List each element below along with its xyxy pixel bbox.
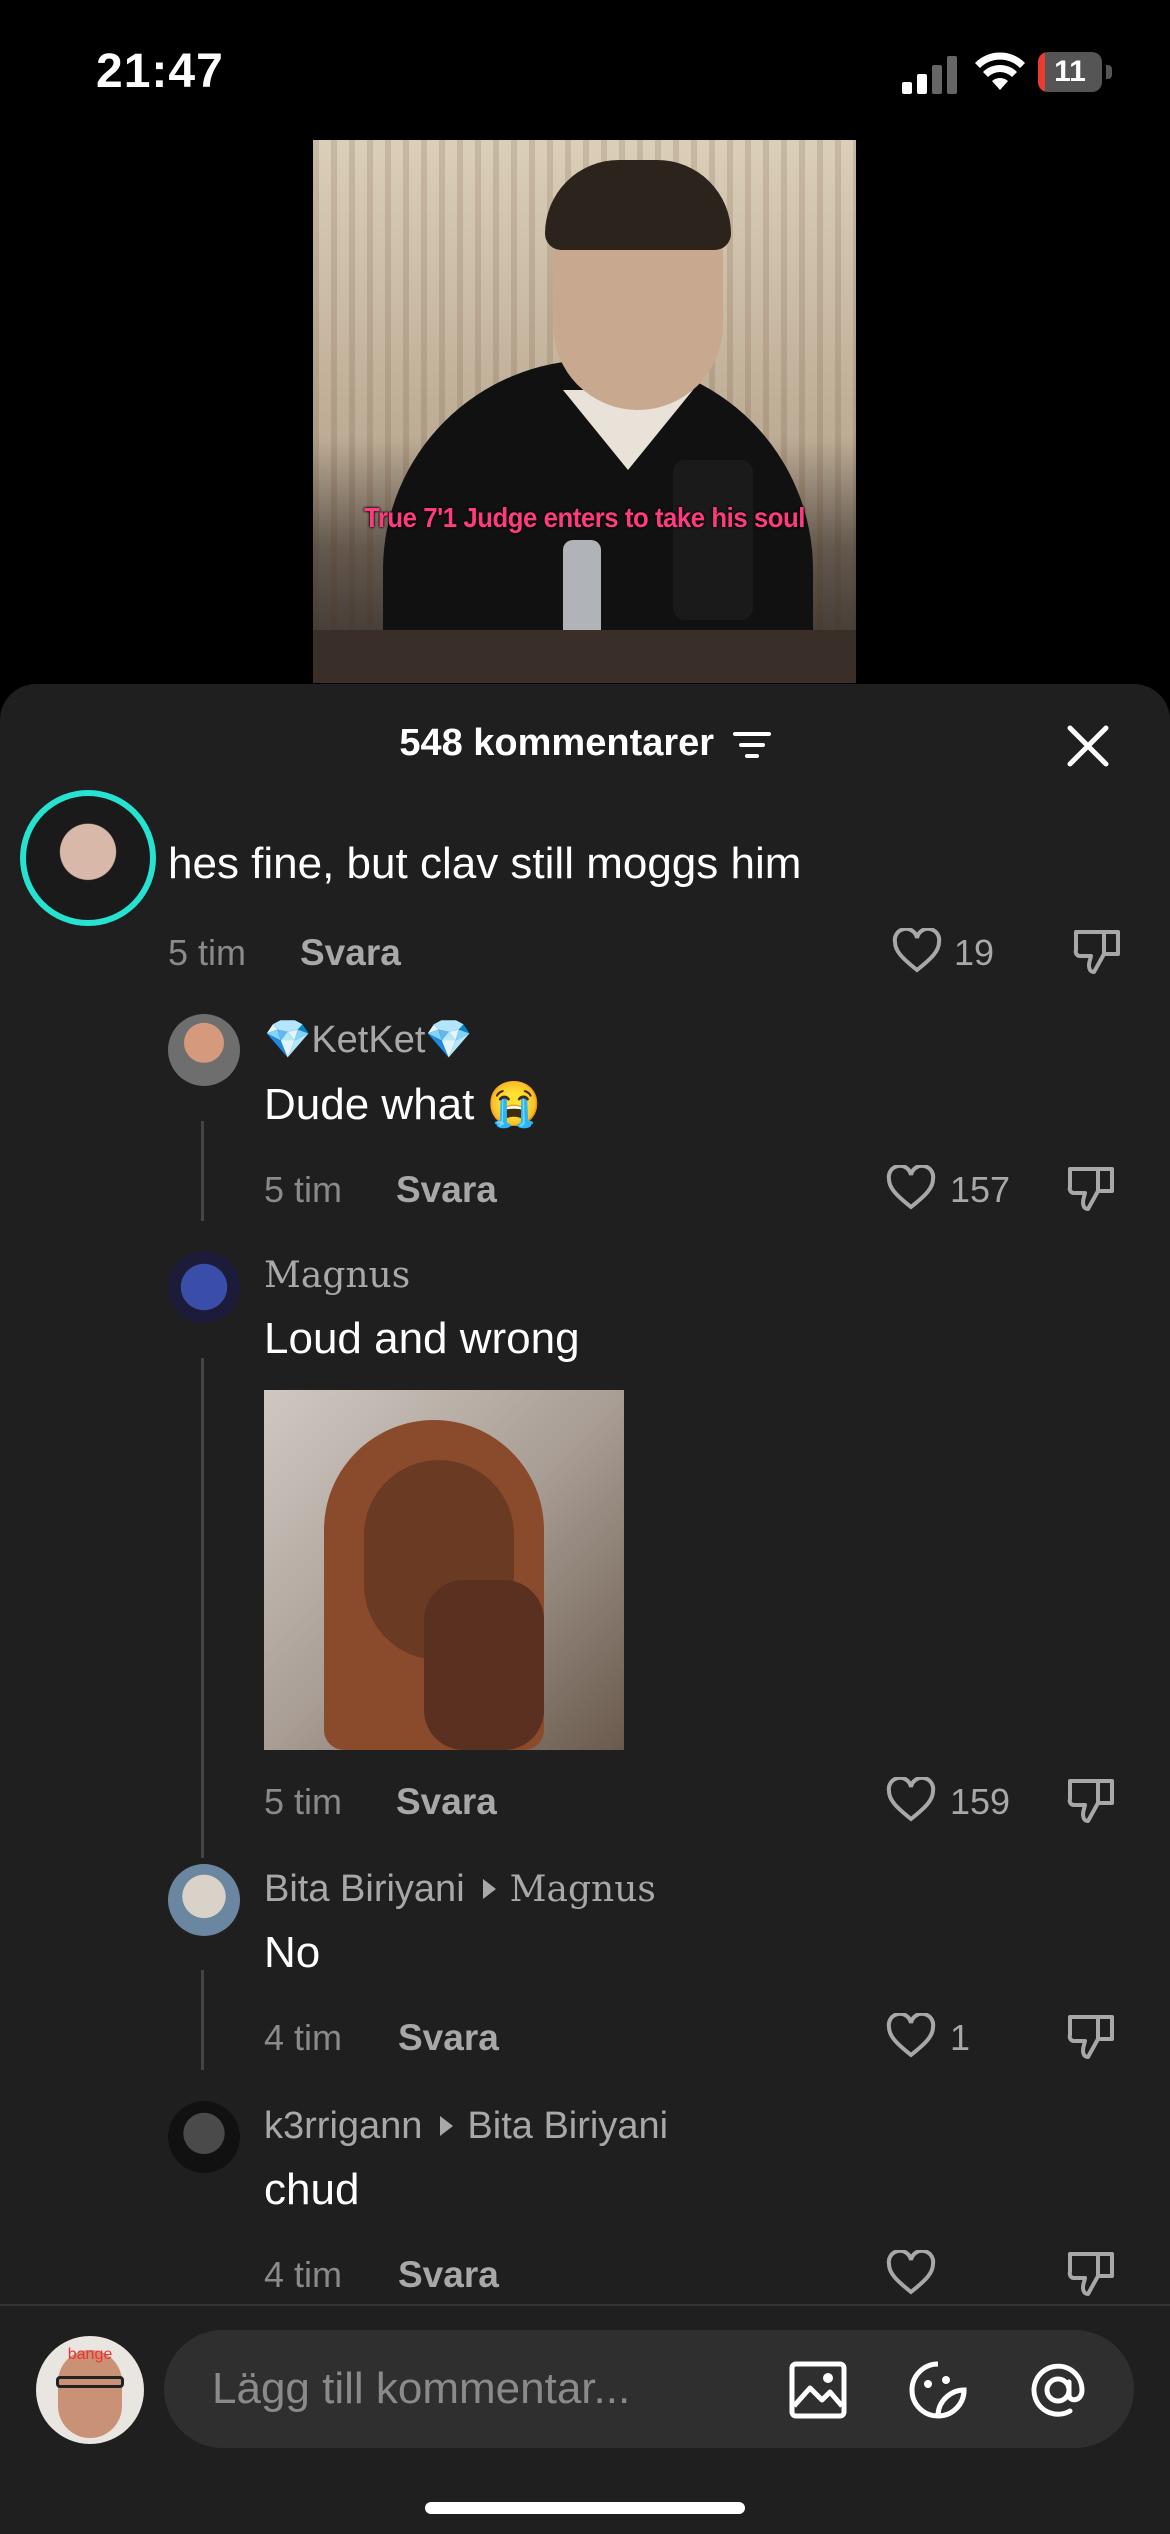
heart-icon[interactable] [892,928,942,974]
video-caption: True 7'1 Judge enters to take his soul [363,502,806,533]
thumbs-down-icon[interactable] [1066,2248,1116,2298]
sticker-icon[interactable] [908,2360,968,2420]
reply-arrow-icon [440,2115,454,2136]
comment-author-name[interactable]: k3rrigann [264,2105,422,2147]
comment-time: 5 tim [168,932,247,973]
reply-to-name[interactable]: Bita Biriyani [467,2105,668,2147]
video-preview[interactable]: True 7'1 Judge enters to take his soul [313,140,856,683]
like-count: 159 [950,1781,1011,1822]
wifi-icon [975,52,1025,90]
comment-author[interactable]: 💎KetKet💎 [264,1018,473,1062]
status-time: 21:47 [96,45,224,98]
comment-text: hes fine, but clav still moggs him [168,839,802,888]
heart-icon[interactable] [886,2250,936,2296]
comments-sheet: 548 kommentarer hes fine, but clav still… [0,684,1170,2532]
battery-level: 11 [1054,55,1086,88]
cellular-signal-icon [902,56,957,94]
thumbs-down-icon[interactable] [1072,926,1122,976]
comment-composer: bange Lägg till kommentar... [0,2304,1170,2534]
heart-icon[interactable] [886,2013,936,2059]
water-bottle [563,540,601,635]
reply-arrow-icon [482,1878,496,1899]
comment-time: 4 tim [264,2254,343,2295]
comment-text: No [264,1928,321,1977]
reply-button[interactable]: Svara [398,2254,499,2296]
reply-button[interactable]: Svara [398,2017,499,2059]
comment-text: chud [264,2165,360,2214]
thumbs-down-icon[interactable] [1066,1775,1116,1825]
reply-button[interactable]: Svara [396,1169,497,1211]
image-icon[interactable] [788,2360,848,2420]
comment-text: Loud and wrong [264,1314,580,1363]
like-count: 157 [950,1169,1011,1210]
at-icon[interactable] [1028,2360,1088,2420]
my-avatar[interactable]: bange [36,2336,144,2444]
avatar[interactable] [168,1251,240,1323]
reply-button[interactable]: Svara [396,1781,497,1823]
like-count: 19 [954,932,995,973]
comment-item: hes fine, but clav still moggs him 5 tim… [0,684,1170,984]
reply-button[interactable]: Svara [300,932,401,974]
comment-author: Bita Biriyani Magnus [264,1868,656,1911]
heart-icon[interactable] [886,1777,936,1823]
comment-author: k3rrigann Bita Biriyani [264,2105,668,2148]
thumbs-down-icon[interactable] [1066,2011,1116,2061]
comment-time: 4 tim [264,2017,343,2058]
reply-to-name[interactable]: Magnus [510,1869,656,1910]
avatar-label: bange [67,2346,113,2363]
like-count: 1 [950,2017,971,2058]
heart-icon[interactable] [886,1165,936,1211]
comment-author-name[interactable]: Bita Biriyani [264,1868,465,1910]
avatar[interactable] [168,2101,240,2173]
comment-author[interactable]: Magnus [264,1255,410,1296]
avatar[interactable] [20,790,156,926]
comment-input[interactable]: Lägg till kommentar... [164,2330,1134,2448]
avatar[interactable] [168,1014,240,1086]
comment-input-placeholder: Lägg till kommentar... [212,2364,631,2413]
thumbs-down-icon[interactable] [1066,1163,1116,1213]
battery-indicator: 11 [1038,52,1112,92]
avatar[interactable] [168,1864,240,1936]
home-indicator[interactable] [425,2502,745,2514]
microphone [673,460,753,620]
comment-time: 5 tim [264,1169,343,1210]
comment-time: 5 tim [264,1781,343,1822]
comment-text: Dude what 😭 [264,1080,542,1129]
gif-attachment[interactable] [264,1390,624,1750]
status-bar: 21:47 11 [0,0,1170,140]
